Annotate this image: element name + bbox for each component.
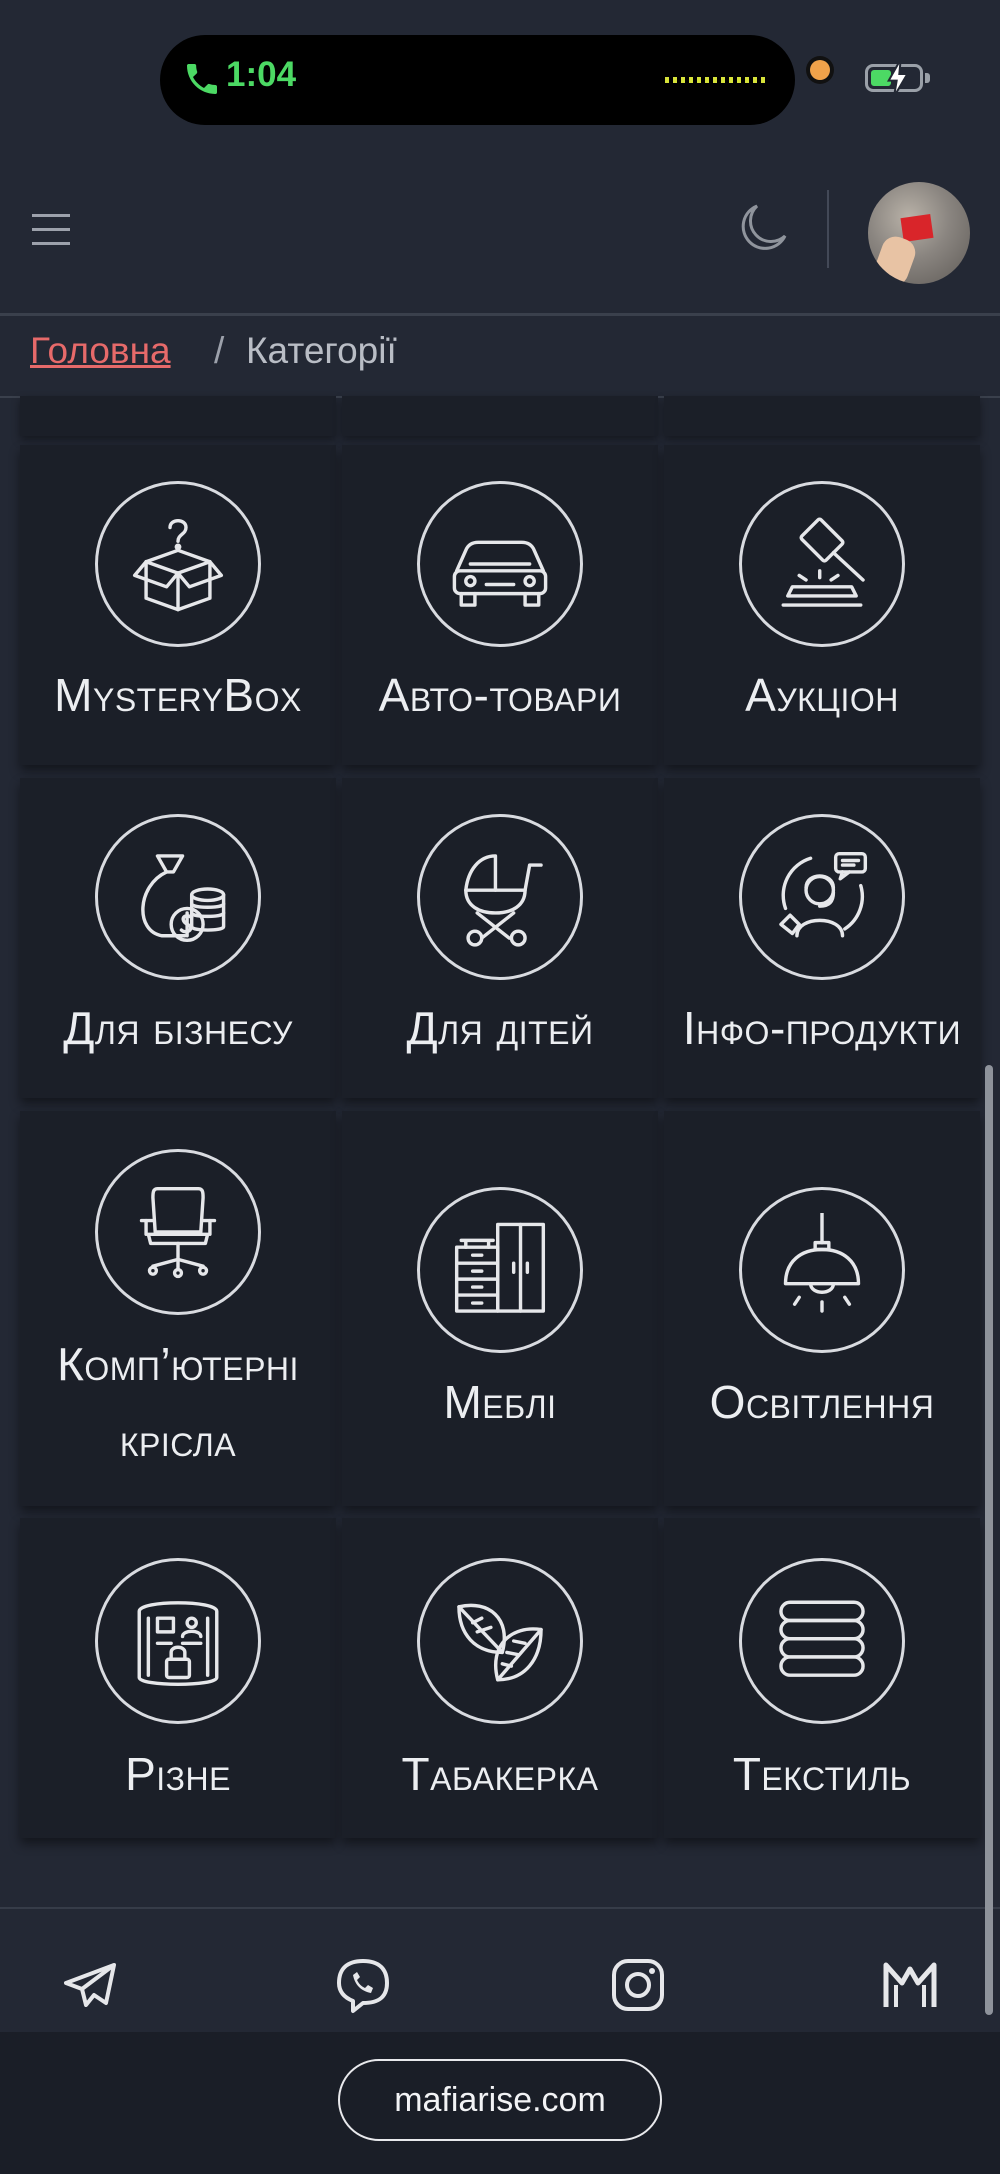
category-label: Аукціон (745, 669, 899, 721)
category-label: Різне (125, 1748, 231, 1800)
user-avatar[interactable] (868, 182, 970, 284)
category-tile-misc[interactable]: Різне (20, 1518, 336, 1838)
category-label: Авто-товари (378, 669, 622, 721)
tile-partial[interactable] (342, 396, 658, 436)
money-bag-icon (95, 814, 261, 980)
viber-icon[interactable] (333, 1955, 393, 2015)
hamburger-menu-icon[interactable] (32, 212, 70, 248)
category-label: Освітлення (709, 1376, 935, 1428)
privacy-indicator-icon (810, 60, 830, 80)
telegram-icon[interactable] (60, 1955, 120, 2015)
battery-tip (925, 73, 930, 83)
category-label: Для бізнесу (63, 1002, 293, 1054)
site-url-button[interactable]: mafiarise.com (338, 2059, 662, 2141)
category-tile-auction[interactable]: Аукціон (664, 445, 980, 765)
category-tile-kids[interactable]: Для дітей (342, 778, 658, 1098)
category-tile-auto[interactable]: Авто-товари (342, 445, 658, 765)
category-tile-info[interactable]: Інфо-продукти (664, 778, 980, 1098)
lamp-icon (739, 1187, 905, 1353)
category-tile-business[interactable]: Для бізнесу (20, 778, 336, 1098)
breadcrumb-current: Категорії (246, 330, 397, 371)
instagram-icon[interactable] (608, 1955, 668, 2015)
category-tile-chairs[interactable]: Комп’ютерні крісла (20, 1111, 336, 1506)
tile-partial[interactable] (20, 396, 336, 436)
audio-wave-icon (665, 77, 765, 83)
status-bar: 1:04 (0, 0, 1000, 160)
dynamic-island[interactable]: 1:04 (160, 35, 795, 125)
category-tile-textile[interactable]: Текстиль (664, 1518, 980, 1838)
charging-bolt-icon (886, 58, 910, 98)
category-label-line2: крісла (119, 1414, 237, 1466)
phone-call-icon (187, 64, 217, 94)
baby-stroller-icon (417, 814, 583, 980)
category-label: Табакерка (401, 1748, 599, 1800)
dark-mode-moon-icon[interactable] (735, 200, 791, 256)
support-agent-icon (739, 814, 905, 980)
textile-stack-icon (739, 1558, 905, 1724)
tile-partial[interactable] (664, 396, 980, 436)
breadcrumb-separator: / (214, 330, 225, 371)
category-tile-mysterybox[interactable]: MysteryBox (20, 445, 336, 765)
scrollbar[interactable] (985, 1065, 993, 2015)
breadcrumb: Головна / Категорії (0, 313, 1000, 398)
category-tile-furniture[interactable]: Меблі (342, 1111, 658, 1506)
breadcrumb-home-link[interactable]: Головна (30, 330, 171, 372)
previous-row-tiles (20, 396, 980, 438)
category-tile-tobacco[interactable]: Табакерка (342, 1518, 658, 1838)
header-divider (827, 190, 829, 268)
mafia-m-icon[interactable] (880, 1955, 940, 2015)
office-chair-icon (95, 1149, 261, 1315)
category-label: Текстиль (732, 1748, 912, 1800)
category-label: MysteryBox (54, 669, 302, 721)
call-timer: 1:04 (226, 55, 297, 94)
top-header (0, 160, 1000, 310)
category-label: Для дітей (406, 1002, 594, 1054)
car-icon (417, 481, 583, 647)
category-tile-lighting[interactable]: Освітлення (664, 1111, 980, 1506)
tobacco-leaf-icon (417, 1558, 583, 1724)
misc-icon (95, 1558, 261, 1724)
auction-gavel-icon (739, 481, 905, 647)
furniture-icon (417, 1187, 583, 1353)
category-label: Інфо-продукти (682, 1002, 962, 1054)
category-label: Меблі (443, 1376, 557, 1428)
mystery-box-icon (95, 481, 261, 647)
category-label: Комп’ютерні (57, 1338, 299, 1390)
footer-divider (0, 1907, 1000, 1909)
